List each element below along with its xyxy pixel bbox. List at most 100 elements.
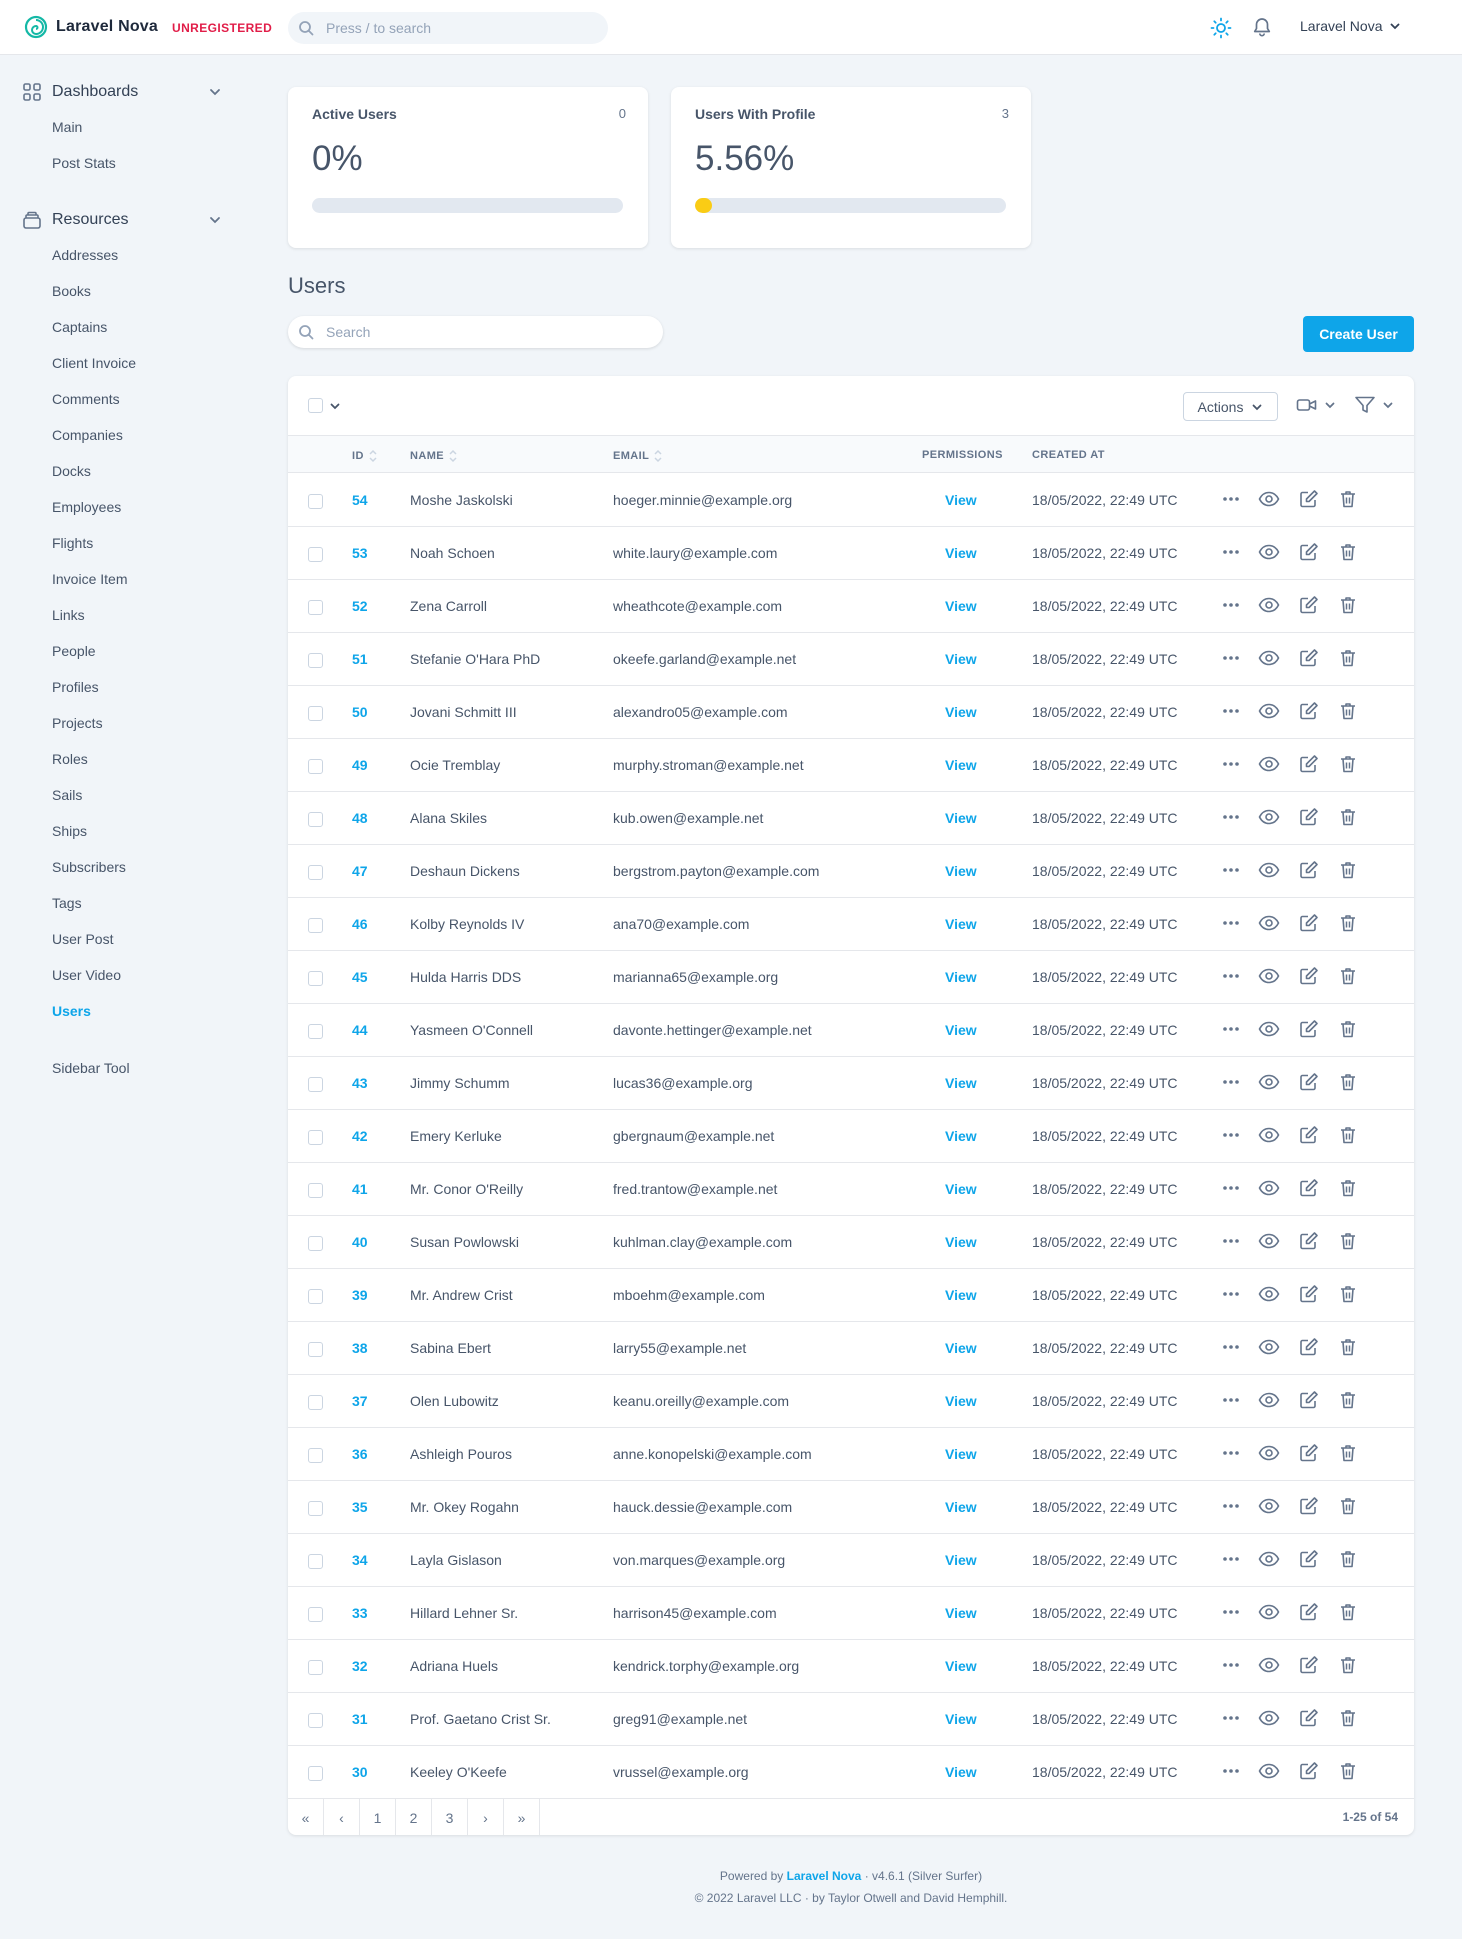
sidebar-item-sidebar-tool[interactable]: Sidebar Tool xyxy=(52,1060,130,1076)
delete-trash-icon[interactable] xyxy=(1338,1178,1358,1198)
row-checkbox[interactable] xyxy=(308,1501,323,1516)
row-checkbox[interactable] xyxy=(308,653,323,668)
view-eye-icon[interactable] xyxy=(1258,1337,1280,1357)
more-dots-icon[interactable] xyxy=(1222,1337,1240,1357)
row-id-link[interactable]: 37 xyxy=(352,1393,368,1409)
edit-pencil-icon[interactable] xyxy=(1298,860,1320,880)
delete-trash-icon[interactable] xyxy=(1338,701,1358,721)
more-dots-icon[interactable] xyxy=(1222,1125,1240,1145)
edit-pencil-icon[interactable] xyxy=(1298,1337,1320,1357)
select-all-checkbox[interactable] xyxy=(308,398,323,413)
row-checkbox[interactable] xyxy=(308,600,323,615)
table-row[interactable]: 36 Ashleigh Pouros anne.konopelski@example… xyxy=(288,1428,1414,1481)
delete-trash-icon[interactable] xyxy=(1338,542,1358,562)
view-eye-icon[interactable] xyxy=(1258,1602,1280,1622)
delete-trash-icon[interactable] xyxy=(1338,754,1358,774)
pagination-last[interactable]: » xyxy=(504,1799,540,1835)
more-dots-icon[interactable] xyxy=(1222,701,1240,721)
row-id-link[interactable]: 35 xyxy=(352,1499,368,1515)
delete-trash-icon[interactable] xyxy=(1338,1761,1358,1781)
row-id-link[interactable]: 30 xyxy=(352,1764,368,1780)
table-row[interactable]: 43 Jimmy Schumm lucas36@example.org View 18/… xyxy=(288,1057,1414,1110)
table-row[interactable]: 38 Sabina Ebert larry55@example.net View 18/… xyxy=(288,1322,1414,1375)
select-all-dropdown[interactable] xyxy=(308,398,341,413)
table-row[interactable]: 52 Zena Carroll wheathcote@example.com View… xyxy=(288,580,1414,633)
sidebar-item-captains[interactable]: Captains xyxy=(52,319,107,335)
more-dots-icon[interactable] xyxy=(1222,1761,1240,1781)
view-eye-icon[interactable] xyxy=(1258,1178,1280,1198)
edit-pencil-icon[interactable] xyxy=(1298,1761,1320,1781)
global-search[interactable] xyxy=(288,12,608,44)
row-permissions-view-link[interactable]: View xyxy=(945,1234,977,1250)
table-row[interactable]: 34 Layla Gislason von.marques@example.org V… xyxy=(288,1534,1414,1587)
table-row[interactable]: 41 Mr. Conor O'Reilly fred.trantow@example… xyxy=(288,1163,1414,1216)
pagination-next[interactable]: › xyxy=(468,1799,504,1835)
edit-pencil-icon[interactable] xyxy=(1298,1125,1320,1145)
delete-trash-icon[interactable] xyxy=(1338,1390,1358,1410)
sidebar-item-links[interactable]: Links xyxy=(52,607,85,623)
sidebar-item-companies[interactable]: Companies xyxy=(52,427,123,443)
footer-nova-link[interactable]: Laravel Nova xyxy=(787,1869,862,1883)
row-permissions-view-link[interactable]: View xyxy=(945,1022,977,1038)
table-row[interactable]: 49 Ocie Tremblay murphy.stroman@example.ne… xyxy=(288,739,1414,792)
more-dots-icon[interactable] xyxy=(1222,754,1240,774)
lens-dropdown[interactable] xyxy=(1296,396,1336,414)
table-row[interactable]: 45 Hulda Harris DDS marianna65@example.org… xyxy=(288,951,1414,1004)
more-dots-icon[interactable] xyxy=(1222,1549,1240,1569)
more-dots-icon[interactable] xyxy=(1222,489,1240,509)
row-id-link[interactable]: 31 xyxy=(352,1711,368,1727)
row-permissions-view-link[interactable]: View xyxy=(945,1393,977,1409)
pagination-first[interactable]: « xyxy=(288,1799,324,1835)
row-permissions-view-link[interactable]: View xyxy=(945,1499,977,1515)
edit-pencil-icon[interactable] xyxy=(1298,1019,1320,1039)
row-id-link[interactable]: 32 xyxy=(352,1658,368,1674)
sidebar-item-comments[interactable]: Comments xyxy=(52,391,120,407)
delete-trash-icon[interactable] xyxy=(1338,1549,1358,1569)
delete-trash-icon[interactable] xyxy=(1338,1284,1358,1304)
view-eye-icon[interactable] xyxy=(1258,807,1280,827)
row-checkbox[interactable] xyxy=(308,1342,323,1357)
view-eye-icon[interactable] xyxy=(1258,1390,1280,1410)
row-id-link[interactable]: 54 xyxy=(352,492,368,508)
view-eye-icon[interactable] xyxy=(1258,1761,1280,1781)
row-id-link[interactable]: 49 xyxy=(352,757,368,773)
row-checkbox[interactable] xyxy=(308,1713,323,1728)
row-permissions-view-link[interactable]: View xyxy=(945,810,977,826)
sidebar-item-tags[interactable]: Tags xyxy=(52,895,82,911)
more-dots-icon[interactable] xyxy=(1222,1602,1240,1622)
row-id-link[interactable]: 53 xyxy=(352,545,368,561)
delete-trash-icon[interactable] xyxy=(1338,1231,1358,1251)
sidebar-item-sails[interactable]: Sails xyxy=(52,787,82,803)
more-dots-icon[interactable] xyxy=(1222,1708,1240,1728)
sidebar-section-resources[interactable]: Resources xyxy=(22,210,222,230)
sidebar-item-user-video[interactable]: User Video xyxy=(52,967,121,983)
sidebar-item-client-invoice[interactable]: Client Invoice xyxy=(52,355,136,371)
row-id-link[interactable]: 40 xyxy=(352,1234,368,1250)
row-id-link[interactable]: 33 xyxy=(352,1605,368,1621)
row-checkbox[interactable] xyxy=(308,918,323,933)
resource-search-input[interactable] xyxy=(326,322,646,342)
row-permissions-view-link[interactable]: View xyxy=(945,1658,977,1674)
row-checkbox[interactable] xyxy=(308,971,323,986)
sidebar-item-invoice-item[interactable]: Invoice Item xyxy=(52,571,127,587)
edit-pencil-icon[interactable] xyxy=(1298,1602,1320,1622)
view-eye-icon[interactable] xyxy=(1258,1231,1280,1251)
row-checkbox[interactable] xyxy=(308,759,323,774)
row-permissions-view-link[interactable]: View xyxy=(945,1128,977,1144)
view-eye-icon[interactable] xyxy=(1258,701,1280,721)
view-eye-icon[interactable] xyxy=(1258,754,1280,774)
delete-trash-icon[interactable] xyxy=(1338,913,1358,933)
row-permissions-view-link[interactable]: View xyxy=(945,969,977,985)
row-checkbox[interactable] xyxy=(308,1183,323,1198)
row-id-link[interactable]: 41 xyxy=(352,1181,368,1197)
row-id-link[interactable]: 50 xyxy=(352,704,368,720)
view-eye-icon[interactable] xyxy=(1258,1284,1280,1304)
row-checkbox[interactable] xyxy=(308,706,323,721)
more-dots-icon[interactable] xyxy=(1222,1443,1240,1463)
row-checkbox[interactable] xyxy=(308,1077,323,1092)
table-row[interactable]: 37 Olen Lubowitz keanu.oreilly@example.com… xyxy=(288,1375,1414,1428)
row-permissions-view-link[interactable]: View xyxy=(945,757,977,773)
edit-pencil-icon[interactable] xyxy=(1298,1443,1320,1463)
row-id-link[interactable]: 34 xyxy=(352,1552,368,1568)
row-checkbox[interactable] xyxy=(308,1289,323,1304)
